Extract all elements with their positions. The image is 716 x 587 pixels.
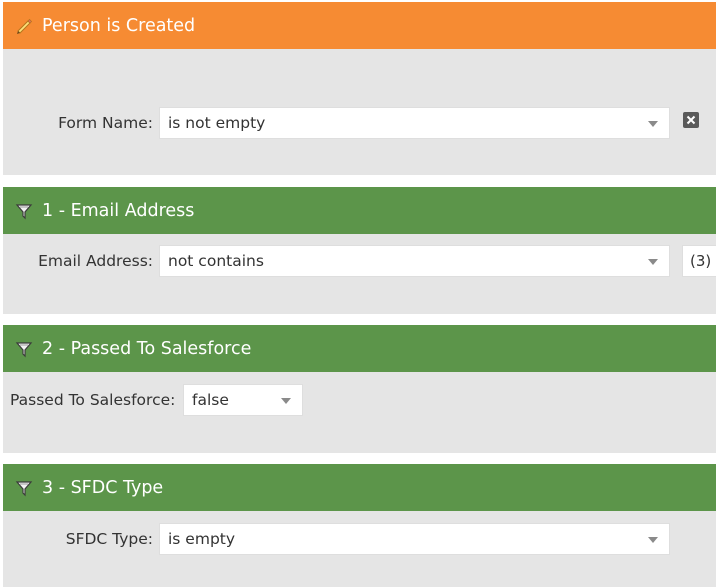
trigger-title: Person is Created bbox=[42, 15, 196, 36]
filter-funnel-icon bbox=[14, 339, 34, 359]
chevron-down-icon bbox=[281, 398, 291, 404]
sfdc-type-operator-select[interactable]: is empty bbox=[159, 523, 670, 555]
email-address-operator-select[interactable]: not contains bbox=[159, 245, 670, 277]
filter-panel-2: 2 - Passed To Salesforce Passed To Sales… bbox=[3, 325, 716, 453]
email-address-values-field[interactable]: (3) e bbox=[682, 245, 716, 277]
chevron-down-icon bbox=[648, 259, 658, 265]
filter-funnel-icon bbox=[14, 201, 34, 221]
filter-panel-3: 3 - SFDC Type SFDC Type: is empty bbox=[3, 464, 716, 587]
close-icon bbox=[686, 115, 696, 125]
filter-header-1[interactable]: 1 - Email Address bbox=[3, 187, 716, 234]
pencil-icon bbox=[14, 16, 34, 36]
email-address-values-text: (3) e bbox=[690, 252, 716, 270]
filter-row-2: Passed To Salesforce: false bbox=[3, 383, 716, 417]
filter-header-3[interactable]: 3 - SFDC Type bbox=[3, 464, 716, 511]
chevron-down-icon bbox=[648, 121, 658, 127]
passed-to-salesforce-select[interactable]: false bbox=[183, 384, 303, 416]
filter-row-3: SFDC Type: is empty bbox=[3, 522, 716, 556]
passed-to-salesforce-label: Passed To Salesforce: bbox=[10, 391, 176, 409]
filter-title-3: 3 - SFDC Type bbox=[42, 477, 164, 498]
remove-filter-button[interactable] bbox=[683, 112, 699, 128]
sfdc-type-label: SFDC Type: bbox=[65, 530, 153, 548]
form-name-operator-select[interactable]: is not empty bbox=[159, 107, 670, 139]
chevron-down-icon bbox=[648, 537, 658, 543]
filter-funnel-icon bbox=[14, 478, 34, 498]
filter-title-1: 1 - Email Address bbox=[42, 200, 195, 221]
trigger-filter-row: Form Name: is not empty bbox=[3, 106, 716, 140]
filter-header-2[interactable]: 2 - Passed To Salesforce bbox=[3, 325, 716, 372]
passed-to-salesforce-value: false bbox=[192, 391, 229, 409]
form-name-operator-value: is not empty bbox=[168, 114, 266, 132]
filter-panel-1: 1 - Email Address Email Address: not con… bbox=[3, 187, 716, 314]
trigger-header[interactable]: Person is Created bbox=[3, 2, 716, 49]
email-address-label: Email Address: bbox=[38, 252, 153, 270]
trigger-panel: Person is Created Form Name: is not empt… bbox=[3, 2, 716, 175]
filter-row-1: Email Address: not contains (3) e bbox=[3, 244, 716, 278]
sfdc-type-operator-value: is empty bbox=[168, 530, 236, 548]
form-name-label: Form Name: bbox=[58, 114, 153, 132]
email-address-operator-value: not contains bbox=[168, 252, 264, 270]
filter-title-2: 2 - Passed To Salesforce bbox=[42, 338, 252, 359]
